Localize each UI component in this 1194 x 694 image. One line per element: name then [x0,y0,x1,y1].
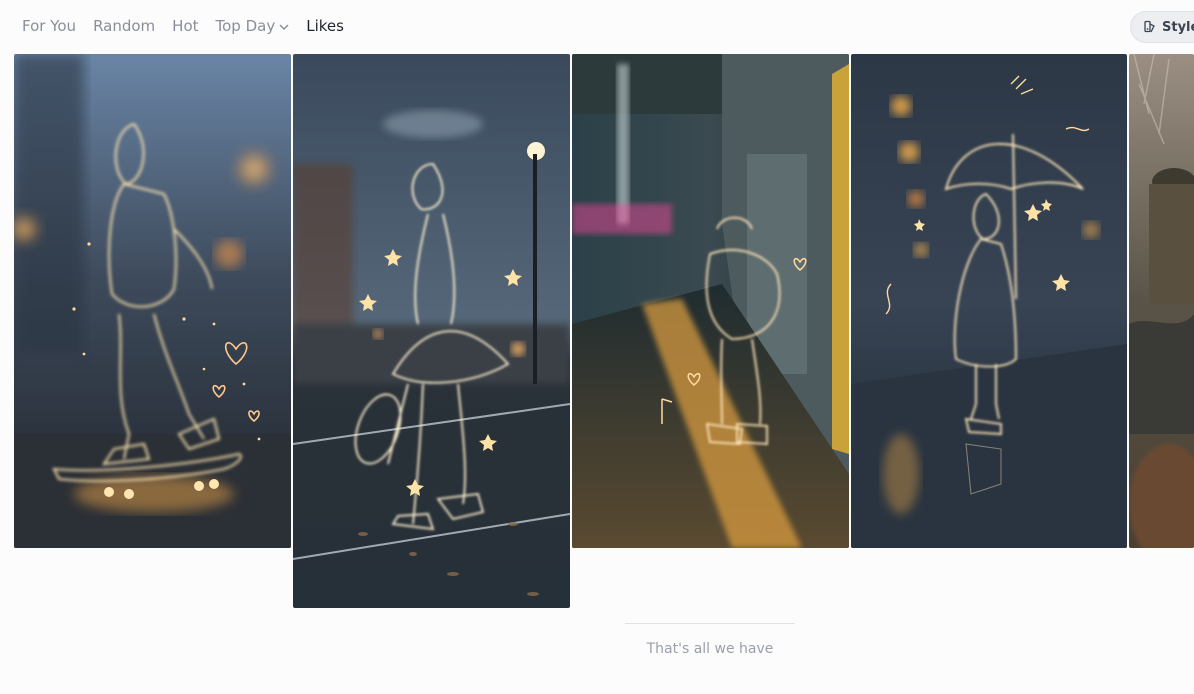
image-card-skateboard-girl[interactable] [14,54,291,548]
image-card-soldier[interactable] [1129,54,1194,548]
image-card-tennis-girl[interactable] [293,54,570,608]
image-card-umbrella-girl[interactable] [851,54,1127,548]
soldier-image [1129,54,1194,548]
top-bar: For You Random Hot Top Day Likes Style [0,0,1194,54]
skateboard-girl-image [14,54,291,548]
tab-for-you[interactable]: For You [22,17,76,35]
umbrella-girl-image [851,54,1127,548]
tab-top-day-label: Top Day [215,17,276,35]
tab-top-day[interactable]: Top Day [216,17,290,35]
chevron-down-icon [279,23,289,30]
tab-likes[interactable]: Likes [306,17,344,35]
tennis-girl-image [293,54,570,608]
style-button-label: Style [1162,19,1194,35]
image-card-train-boy[interactable] [572,54,849,548]
palette-icon [1144,20,1155,33]
end-divider [625,623,795,624]
tab-hot[interactable]: Hot [172,17,198,35]
feed-tabs: For You Random Hot Top Day Likes [22,17,344,35]
tab-random[interactable]: Random [93,17,155,35]
style-button[interactable]: Style [1130,11,1194,43]
end-of-feed-message: That's all we have [646,641,774,657]
train-boy-image [572,54,849,548]
